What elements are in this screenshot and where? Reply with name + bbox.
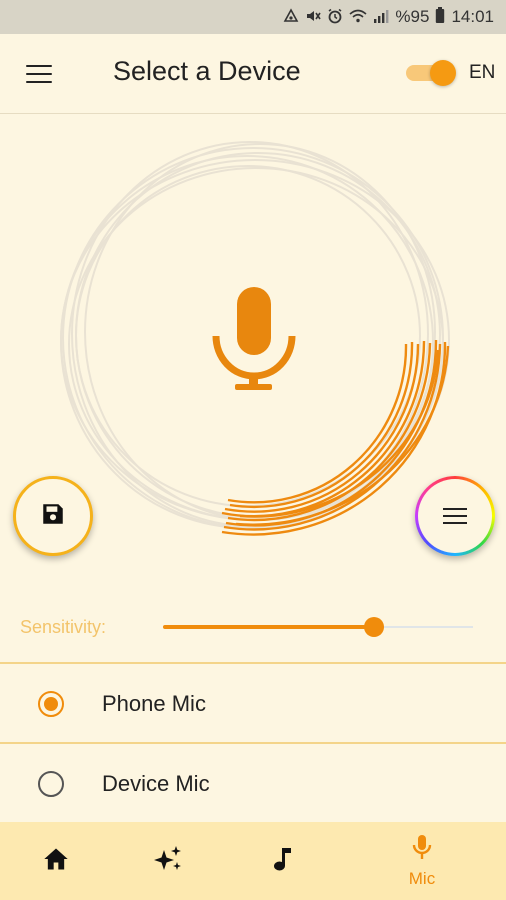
clock-time: 14:01 [451,7,494,26]
mode-menu-button[interactable] [415,476,495,556]
sparkles-icon [153,844,185,879]
music-note-icon [271,845,293,878]
app-bar: Select a Device EN [0,34,506,114]
phone-mic-label: Phone Mic [102,691,206,716]
sync-icon [283,7,299,27]
bottom-navigation: Mic [0,822,506,900]
hamburger-menu-icon[interactable] [26,65,52,83]
battery-icon [435,7,445,27]
nav-effects[interactable] [113,822,225,900]
menu-icon [443,508,467,524]
slider-handle[interactable] [363,617,384,637]
save-button[interactable] [13,476,93,556]
nav-home[interactable] [0,822,112,900]
battery-percent: %95 [395,7,430,26]
device-options-list: Phone Mic Device Mic [0,662,506,822]
mute-icon [305,8,322,27]
phone-mic-radio[interactable] [38,691,64,717]
mic-icon [212,287,296,390]
home-icon [42,846,70,877]
option-device-mic[interactable]: Device Mic [0,742,506,822]
nav-mic-label: Mic [408,868,436,888]
device-mic-label: Device Mic [102,771,210,796]
option-phone-mic[interactable]: Phone Mic [0,662,506,742]
language-toggle[interactable] [404,60,456,86]
sensitivity-label: Sensitivity: [20,617,107,637]
save-icon [40,501,66,532]
wifi-icon [349,8,367,27]
mic-nav-icon [411,834,433,867]
language-label: EN [469,62,496,83]
slider-fill [163,625,374,629]
sensitivity-slider[interactable] [163,617,473,637]
nav-music[interactable] [226,822,338,900]
status-bar: %95 14:01 [0,0,506,34]
signal-icon [373,8,389,27]
alarm-icon [327,8,343,27]
page-title: Select a Device [113,56,301,86]
device-mic-radio[interactable] [38,771,64,797]
nav-mic[interactable]: Mic [366,822,478,900]
